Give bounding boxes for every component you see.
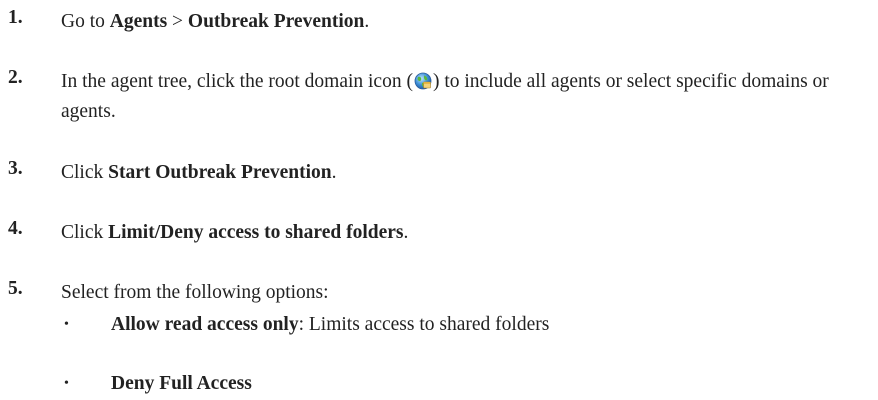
- option-text: Deny Full Access: [111, 373, 252, 394]
- step-number: 4.: [8, 218, 23, 239]
- option-text: Allow read access only: Limits access to…: [111, 314, 550, 335]
- step-text: Click Limit/Deny access to shared folder…: [61, 222, 409, 243]
- start-outbreak-prevention-label: Start Outbreak Prevention: [108, 162, 332, 183]
- step-text: Go to Agents > Outbreak Prevention.: [61, 11, 370, 32]
- step-text: Select from the following options:: [61, 282, 329, 303]
- step-number: 3.: [8, 158, 23, 179]
- step-text: In the agent tree, click the root domain…: [61, 70, 829, 122]
- bullet: •: [64, 376, 69, 391]
- limit-deny-access-label: Limit/Deny access to shared folders: [108, 222, 404, 243]
- step-number: 5.: [8, 278, 23, 299]
- menu-outbreak-prevention: Outbreak Prevention: [187, 11, 365, 32]
- step-number: 2.: [8, 67, 23, 88]
- step-number: 1.: [8, 7, 23, 28]
- menu-agents: Agents: [109, 11, 168, 32]
- step-text: Click Start Outbreak Prevention.: [61, 162, 337, 183]
- bullet: •: [64, 317, 69, 332]
- globe-icon: [414, 70, 432, 90]
